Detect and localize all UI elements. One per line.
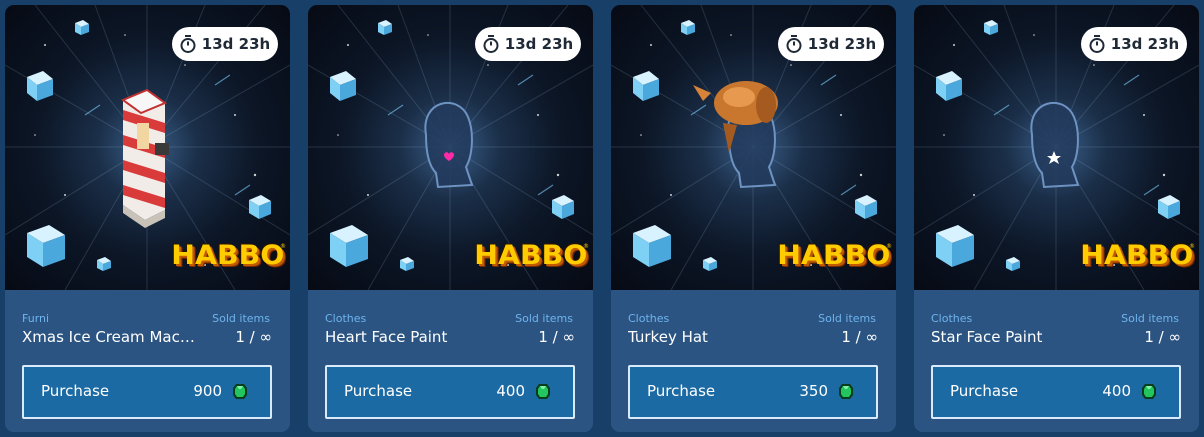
timer-text: 13d 23h xyxy=(807,35,877,53)
item-category: Clothes xyxy=(931,312,973,325)
purchase-label: Purchase xyxy=(647,382,716,400)
purchase-label: Purchase xyxy=(950,382,1019,400)
emerald-gem-icon xyxy=(839,384,853,399)
trademark-symbol: ® xyxy=(280,243,286,250)
item-artwork: 13d 23h HABBO ® xyxy=(308,5,593,290)
sold-items-label: Sold items xyxy=(818,312,876,325)
turkey-hat-icon xyxy=(693,81,778,189)
purchase-button[interactable]: Purchase 400 xyxy=(931,365,1181,419)
timer-text: 13d 23h xyxy=(1110,35,1180,53)
item-info: Clothes Sold items Turkey Hat 1 / ∞ Purc… xyxy=(611,290,896,432)
purchase-label: Purchase xyxy=(344,382,413,400)
purchase-button[interactable]: Purchase 350 xyxy=(628,365,878,419)
item-info: Clothes Sold items Star Face Paint 1 / ∞… xyxy=(914,290,1199,432)
time-remaining-badge: 13d 23h xyxy=(172,27,278,61)
habbo-logo: HABBO xyxy=(171,240,285,271)
offer-card[interactable]: 13d 23h HABBO ® Clothes Sold items Turke… xyxy=(611,5,896,432)
item-artwork: 13d 23h HABBO ® xyxy=(611,5,896,290)
item-category: Clothes xyxy=(628,312,670,325)
time-remaining-badge: 13d 23h xyxy=(778,27,884,61)
time-remaining-badge: 13d 23h xyxy=(475,27,581,61)
sold-items-count: 1 / ∞ xyxy=(1144,328,1181,346)
stopwatch-icon xyxy=(1089,35,1105,53)
offer-card[interactable]: 13d 23h HABBO ® Clothes Sold items Heart… xyxy=(308,5,593,432)
timer-text: 13d 23h xyxy=(504,35,574,53)
price-value: 400 xyxy=(496,382,525,400)
emerald-gem-icon xyxy=(536,384,550,399)
sold-items-count: 1 / ∞ xyxy=(841,328,878,346)
offer-grid: 13d 23h HABBO ® Furni Sold items Xmas Ic… xyxy=(5,5,1201,432)
item-name: Turkey Hat xyxy=(628,328,708,346)
price-value: 400 xyxy=(1102,382,1131,400)
offer-card[interactable]: 13d 23h HABBO ® Clothes Sold items Star … xyxy=(914,5,1199,432)
sold-items-count: 1 / ∞ xyxy=(538,328,575,346)
emerald-gem-icon xyxy=(1142,384,1156,399)
stopwatch-icon xyxy=(180,35,196,53)
heart-face-paint-icon xyxy=(424,101,474,189)
sold-items-label: Sold items xyxy=(515,312,573,325)
item-name: Star Face Paint xyxy=(931,328,1043,346)
price-value: 350 xyxy=(799,382,828,400)
timer-text: 13d 23h xyxy=(201,35,271,53)
stopwatch-icon xyxy=(483,35,499,53)
item-name: Heart Face Paint xyxy=(325,328,448,346)
stopwatch-icon xyxy=(786,35,802,53)
purchase-label: Purchase xyxy=(41,382,110,400)
item-info: Furni Sold items Xmas Ice Cream Mac… 1 /… xyxy=(5,290,290,432)
star-face-paint-icon xyxy=(1030,101,1080,189)
price-value: 900 xyxy=(193,382,222,400)
habbo-logo: HABBO xyxy=(1080,240,1194,271)
item-name: Xmas Ice Cream Mac… xyxy=(22,328,195,346)
habbo-logo: HABBO xyxy=(777,240,891,271)
item-info: Clothes Sold items Heart Face Paint 1 / … xyxy=(308,290,593,432)
sold-items-label: Sold items xyxy=(212,312,270,325)
trademark-symbol: ® xyxy=(583,243,589,250)
trademark-symbol: ® xyxy=(1189,243,1195,250)
emerald-gem-icon xyxy=(233,384,247,399)
sold-items-count: 1 / ∞ xyxy=(235,328,272,346)
purchase-button[interactable]: Purchase 900 xyxy=(22,365,272,419)
habbo-logo: HABBO xyxy=(474,240,588,271)
item-category: Furni xyxy=(22,312,50,325)
ice-cream-machine-icon xyxy=(120,88,169,228)
offer-card[interactable]: 13d 23h HABBO ® Furni Sold items Xmas Ic… xyxy=(5,5,290,432)
item-artwork: 13d 23h HABBO ® xyxy=(5,5,290,290)
time-remaining-badge: 13d 23h xyxy=(1081,27,1187,61)
item-category: Clothes xyxy=(325,312,367,325)
purchase-button[interactable]: Purchase 400 xyxy=(325,365,575,419)
item-artwork: 13d 23h HABBO ® xyxy=(914,5,1199,290)
sold-items-label: Sold items xyxy=(1121,312,1179,325)
trademark-symbol: ® xyxy=(886,243,892,250)
